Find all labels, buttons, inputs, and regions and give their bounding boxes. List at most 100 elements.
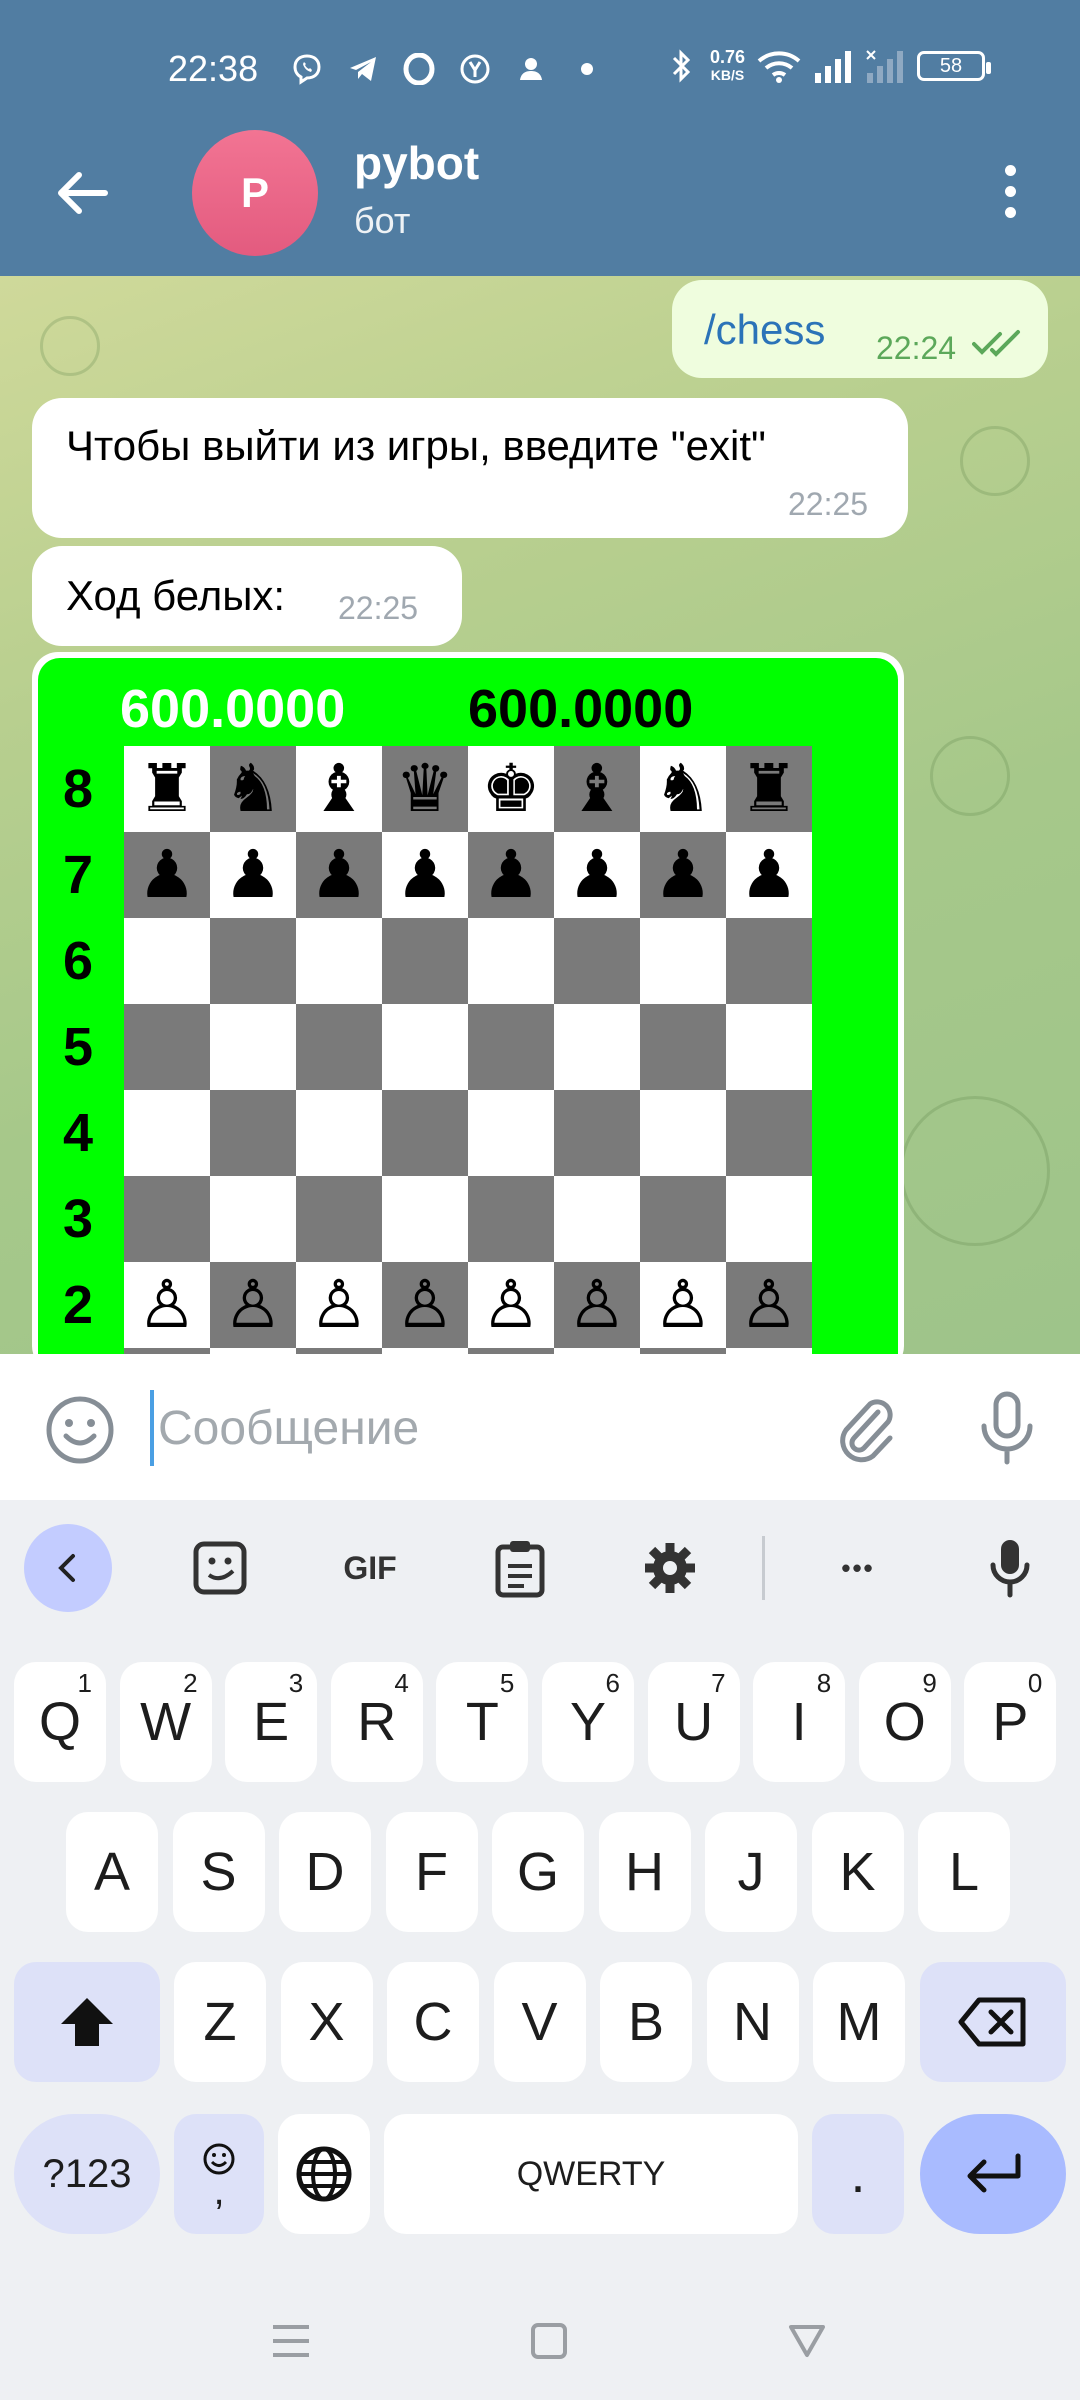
key-n[interactable]: N: [706, 1962, 799, 2082]
message-incoming[interactable]: Ход белых: 22:25: [32, 546, 462, 646]
back-nav-button[interactable]: [782, 2316, 832, 2366]
key-p[interactable]: P0: [964, 1662, 1057, 1782]
more-dot-icon: [1004, 164, 1016, 176]
key-o[interactable]: O9: [858, 1662, 951, 1782]
keyboard-back-button[interactable]: [24, 1524, 112, 1612]
board-square: [210, 1090, 296, 1176]
key-label: I: [791, 1692, 807, 1752]
key-s[interactable]: S: [172, 1812, 265, 1932]
net-speed-unit: KB/S: [710, 67, 745, 83]
key-b[interactable]: B: [600, 1962, 692, 2082]
more-options-button[interactable]: [990, 156, 1030, 226]
settings-button[interactable]: [626, 1524, 714, 1612]
key-u[interactable]: U7: [647, 1662, 740, 1782]
gear-icon: [645, 1543, 695, 1593]
toolbar-divider: [762, 1536, 765, 1600]
space-key[interactable]: QWERTY: [384, 2114, 798, 2234]
board-square: [382, 1004, 468, 1090]
square-icon: [531, 2323, 567, 2359]
key-label: W: [140, 1692, 192, 1752]
symbols-key-label: ?123: [42, 2151, 132, 2196]
key-l[interactable]: L: [918, 1812, 1010, 1932]
board-square: [640, 1004, 726, 1090]
key-number-hint: 1: [77, 1668, 92, 1698]
key-j[interactable]: J: [705, 1812, 797, 1932]
key-x[interactable]: X: [280, 1962, 373, 2082]
period-key[interactable]: .: [812, 2114, 904, 2234]
key-label: U: [674, 1692, 714, 1752]
key-number-hint: 2: [183, 1668, 198, 1698]
message-incoming[interactable]: Чтобы выйти из игры, введите "exit" 22:2…: [32, 398, 908, 538]
key-r[interactable]: R4: [330, 1662, 423, 1782]
language-key[interactable]: [278, 2114, 370, 2234]
menu-lines-icon: [273, 2325, 309, 2357]
key-c[interactable]: C: [387, 1962, 479, 2082]
avatar[interactable]: P: [192, 130, 318, 256]
rank-labels: 87654321: [48, 746, 108, 1354]
board-square: ♟: [296, 832, 382, 918]
avatar-letter: P: [240, 169, 269, 216]
board-square: ♙: [124, 1262, 210, 1348]
shift-key[interactable]: [14, 1962, 160, 2082]
key-v[interactable]: V: [493, 1962, 586, 2082]
battery-icon: 58: [917, 51, 992, 81]
key-t[interactable]: T5: [436, 1662, 529, 1782]
key-e[interactable]: E3: [225, 1662, 318, 1782]
key-k[interactable]: K: [811, 1812, 904, 1932]
board-square: [554, 1004, 640, 1090]
rank-label: 5: [62, 1017, 94, 1077]
chess-board-image[interactable]: 600.0000 600.0000 87654321 ♜♞♝♛♚♝♞♜♟♟♟♟♟…: [32, 652, 904, 1354]
gif-button[interactable]: GIF: [326, 1524, 414, 1612]
message-text: Чтобы выйти из игры, введите "exit": [66, 422, 766, 469]
clipboard-button[interactable]: [476, 1524, 564, 1612]
shift-arrow-icon: [61, 1998, 113, 2046]
chat-title[interactable]: pybot: [354, 136, 479, 190]
key-d[interactable]: D: [279, 1812, 371, 1932]
key-h[interactable]: H: [598, 1812, 691, 1932]
board-square: [640, 1090, 726, 1176]
key-i[interactable]: I8: [753, 1662, 846, 1782]
board-square: ♜: [726, 746, 812, 832]
recent-apps-button[interactable]: [266, 2316, 316, 2366]
key-g[interactable]: G: [492, 1812, 584, 1932]
key-y[interactable]: Y6: [542, 1662, 634, 1782]
board-square: ♟: [382, 832, 468, 918]
sticker-button[interactable]: [176, 1524, 264, 1612]
key-q[interactable]: Q1: [14, 1662, 106, 1782]
more-button[interactable]: •••: [814, 1524, 902, 1612]
emoji-comma-key[interactable]: ,: [174, 2114, 264, 2234]
board-square: ♝: [554, 746, 640, 832]
status-bar: 22:38 0.76 KB/S 58: [0, 0, 1080, 138]
key-z[interactable]: Z: [174, 1962, 266, 2082]
home-button[interactable]: [524, 2316, 574, 2366]
key-w[interactable]: W2: [119, 1662, 212, 1782]
backspace-key[interactable]: [920, 1962, 1066, 2082]
message-time: 22:25: [788, 486, 869, 522]
message-outgoing[interactable]: /chess 22:24: [672, 280, 1048, 378]
gif-label: GIF: [343, 1549, 397, 1586]
attach-button[interactable]: [828, 1390, 904, 1466]
key-a[interactable]: A: [66, 1812, 158, 1932]
board-square: [468, 1090, 554, 1176]
clipboard-icon: [495, 1541, 545, 1598]
board-square: ♜: [124, 746, 210, 832]
board-square: [296, 1176, 382, 1262]
board-square: [554, 1090, 640, 1176]
voice-input-button[interactable]: [966, 1524, 1054, 1612]
smiley-icon: [46, 1396, 114, 1464]
net-speed-value: 0.76: [710, 47, 746, 67]
enter-key[interactable]: [920, 2114, 1066, 2234]
chat-area[interactable]: /chess 22:24 Чтобы выйти из игры, введит…: [0, 276, 1080, 1354]
bluetooth-icon: [664, 49, 698, 83]
signal-icon: [813, 49, 853, 83]
voice-message-button[interactable]: [972, 1388, 1042, 1468]
emoji-button[interactable]: [44, 1394, 116, 1466]
key-m[interactable]: M: [813, 1962, 905, 2082]
key-f[interactable]: F: [385, 1812, 478, 1932]
backspace-icon: [958, 1997, 1026, 2047]
message-input[interactable]: [150, 1390, 790, 1466]
key-number-hint: 3: [288, 1668, 304, 1698]
symbols-key[interactable]: ?123: [14, 2114, 160, 2234]
back-button[interactable]: [48, 158, 118, 228]
message-time: 22:25: [338, 590, 419, 626]
